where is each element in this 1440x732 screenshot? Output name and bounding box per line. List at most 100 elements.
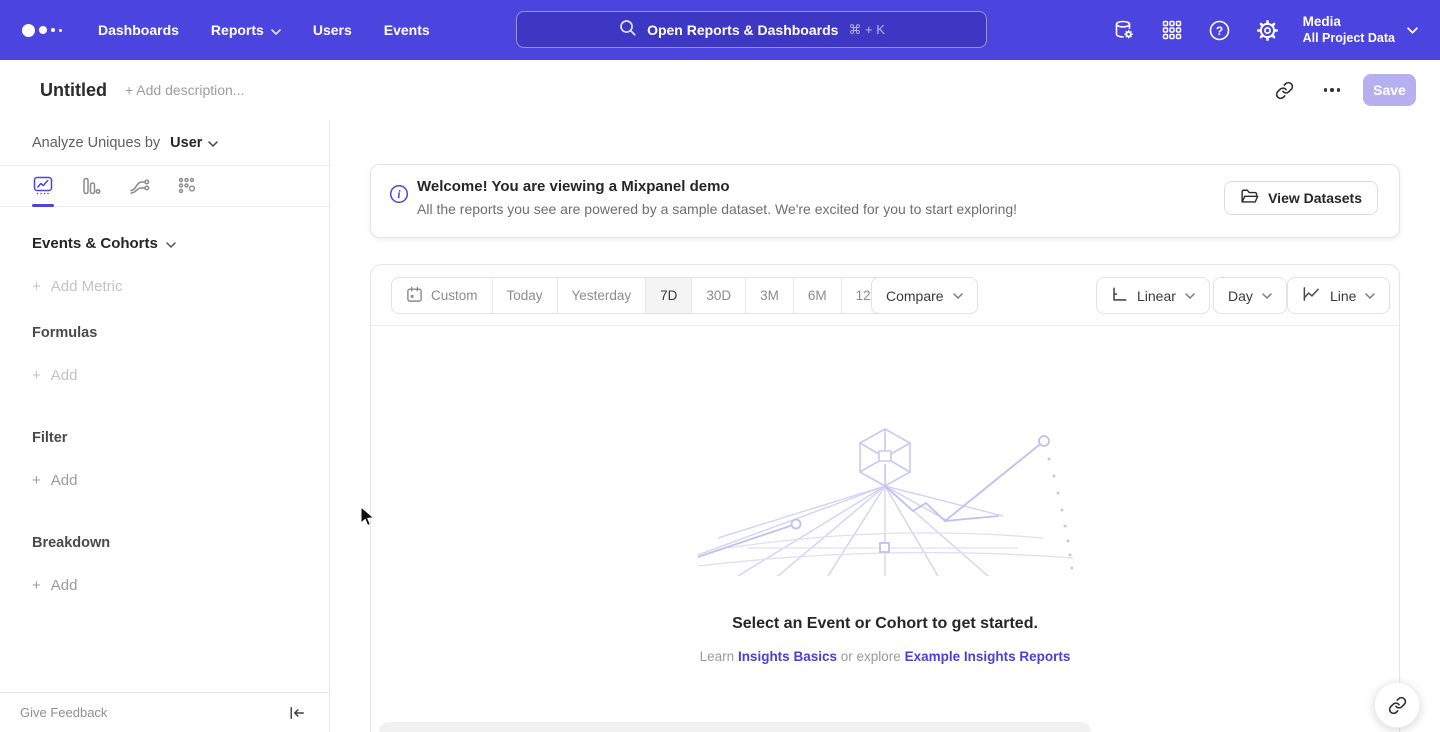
nav-item-reports[interactable]: Reports [195, 12, 297, 48]
empty-state-subtitle: Learn Insights Basics or explore Example… [371, 649, 1399, 664]
info-icon: i [389, 184, 409, 209]
help-icon[interactable]: ? [1201, 11, 1239, 49]
search-shortcut: ⌘ + K [848, 22, 885, 38]
logo-dot-icon [51, 28, 55, 32]
nav-label: Events [384, 22, 430, 38]
analyze-by-dropdown[interactable]: User [170, 135, 218, 151]
plus-icon: + [32, 472, 41, 489]
add-metric-button[interactable]: + Add Metric [0, 252, 329, 295]
primary-nav: Dashboards Reports Users Events [82, 12, 446, 48]
linear-axes-icon [1111, 286, 1128, 306]
copy-link-icon[interactable] [1267, 73, 1301, 107]
chevron-down-icon [953, 293, 963, 299]
svg-text:i: i [397, 189, 401, 201]
global-search[interactable]: Open Reports & Dashboards ⌘ + K [516, 11, 987, 48]
plus-icon: + [32, 367, 41, 384]
date-range-control: Custom Today Yesterday 7D 30D 3M 6M 12M [391, 277, 897, 314]
give-feedback-link[interactable]: Give Feedback [20, 705, 107, 720]
chart-controls-row: Custom Today Yesterday 7D 30D 3M 6M 12M … [371, 265, 1399, 326]
interval-selector[interactable]: Day [1213, 277, 1287, 314]
filter-header: Filter [0, 384, 329, 446]
compare-button[interactable]: Compare [871, 277, 978, 314]
chevron-down-icon [166, 235, 176, 252]
query-builder-sidebar: Analyze Uniques by User [0, 120, 330, 732]
chevron-down-icon [208, 135, 218, 151]
search-label: Open Reports & Dashboards [647, 22, 838, 38]
nav-label: Users [313, 22, 352, 38]
folder-icon [1240, 188, 1259, 208]
svg-text:?: ? [1216, 24, 1223, 38]
report-description-placeholder[interactable]: + Add description... [125, 82, 244, 98]
range-7d[interactable]: 7D [646, 278, 692, 313]
plus-icon: + [32, 278, 41, 295]
project-switcher[interactable]: Media All Project Data [1303, 14, 1418, 47]
analyze-by-row: Analyze Uniques by User [0, 120, 329, 166]
demo-welcome-banner: i Welcome! You are viewing a Mixpanel de… [370, 164, 1400, 238]
tab-insights-line[interactable] [32, 166, 54, 207]
scale-selector[interactable]: Linear [1096, 277, 1210, 314]
logo-dot-icon [22, 24, 35, 37]
line-chart-icon [1302, 286, 1321, 305]
logo-dot-icon [39, 26, 47, 34]
view-datasets-button[interactable]: View Datasets [1224, 181, 1378, 215]
events-cohorts-header[interactable]: Events & Cohorts [0, 207, 329, 252]
chart-type-selector[interactable]: Line [1287, 277, 1390, 314]
analyze-by-label: Analyze Uniques by [32, 135, 160, 151]
report-header: Untitled + Add description... Save [0, 60, 1440, 120]
range-yesterday[interactable]: Yesterday [558, 278, 647, 313]
save-button[interactable]: Save [1363, 74, 1416, 106]
nav-item-users[interactable]: Users [297, 12, 368, 48]
chevron-down-icon [1407, 21, 1418, 39]
chevron-down-icon [271, 22, 281, 38]
top-nav: Dashboards Reports Users Events Open Rep… [0, 0, 1440, 60]
insights-basics-link[interactable]: Insights Basics [738, 649, 837, 664]
report-title[interactable]: Untitled [40, 80, 107, 101]
nav-item-dashboards[interactable]: Dashboards [82, 12, 195, 48]
add-breakdown-button[interactable]: + Add [0, 551, 329, 594]
settings-gear-icon[interactable] [1249, 11, 1287, 49]
chevron-down-icon [1262, 293, 1272, 299]
tab-flow[interactable] [128, 166, 150, 207]
nav-label: Dashboards [98, 22, 179, 38]
range-30d[interactable]: 30D [692, 278, 746, 313]
mixpanel-logo[interactable] [22, 24, 66, 37]
chevron-down-icon [1185, 293, 1195, 299]
data-management-icon[interactable] [1105, 11, 1143, 49]
tab-scatter[interactable] [176, 166, 198, 207]
formulas-header: Formulas [0, 295, 329, 341]
add-formula-button[interactable]: + Add [0, 341, 329, 384]
project-name: Media [1303, 14, 1395, 31]
project-text: Media All Project Data [1303, 14, 1395, 47]
nav-label: Reports [211, 22, 264, 38]
more-options-icon[interactable] [1315, 73, 1349, 107]
chevron-down-icon [1365, 293, 1375, 299]
app-window: Dashboards Reports Users Events Open Rep… [0, 0, 1440, 732]
project-scope: All Project Data [1303, 31, 1395, 47]
empty-state-title: Select an Event or Cohort to get started… [371, 615, 1399, 633]
range-3m[interactable]: 3M [746, 278, 794, 313]
search-icon [618, 18, 637, 42]
empty-state-illustration [698, 426, 1073, 576]
tab-bar-chart[interactable] [80, 166, 102, 207]
banner-subtitle: All the reports you see are powered by a… [417, 201, 1017, 217]
share-link-fab[interactable] [1374, 682, 1420, 728]
visualization-tabs [0, 166, 329, 207]
top-nav-right: ? [1105, 0, 1418, 60]
range-custom[interactable]: Custom [392, 278, 493, 313]
range-today[interactable]: Today [493, 278, 558, 313]
nav-item-events[interactable]: Events [368, 12, 446, 48]
banner-title: Welcome! You are viewing a Mixpanel demo [417, 178, 730, 195]
collapse-sidebar-icon[interactable] [289, 706, 305, 720]
sidebar-footer: Give Feedback [0, 692, 329, 732]
add-filter-button[interactable]: + Add [0, 446, 329, 489]
calendar-icon [406, 286, 423, 306]
header-actions: Save [1267, 73, 1416, 107]
example-reports-link[interactable]: Example Insights Reports [905, 649, 1071, 664]
logo-dot-icon [59, 29, 62, 32]
apps-grid-icon[interactable] [1153, 11, 1191, 49]
range-6m[interactable]: 6M [794, 278, 842, 313]
breakdown-header: Breakdown [0, 489, 329, 551]
insights-report-card: Custom Today Yesterday 7D 30D 3M 6M 12M … [370, 264, 1400, 732]
plus-icon: + [32, 577, 41, 594]
bottom-panel-peek [379, 722, 1091, 732]
